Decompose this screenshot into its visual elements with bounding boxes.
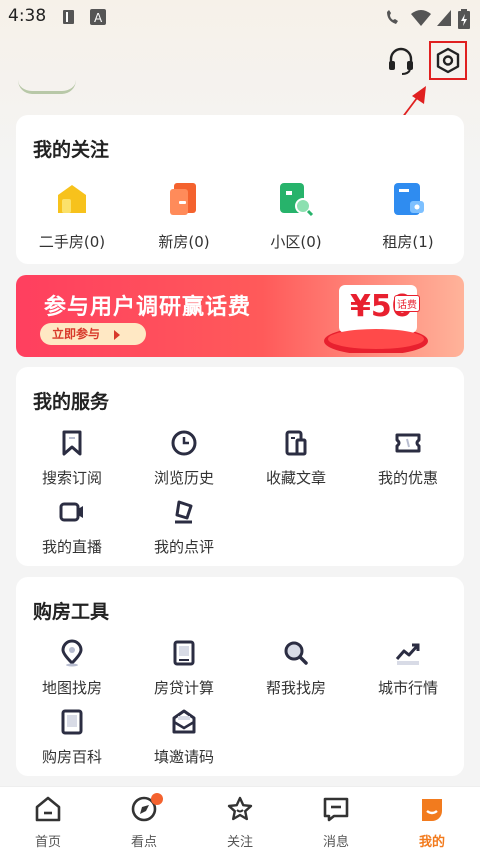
bottom-tab-bar: 首页 看点 关注 消息 我的 <box>0 786 480 852</box>
clock-icon <box>171 430 197 456</box>
coupon-tag: 话费 <box>394 295 420 312</box>
tab-follow[interactable]: 关注 <box>192 795 288 850</box>
tool-item[interactable]: 填邀请码 <box>128 708 240 767</box>
a-status-icon: A <box>90 9 106 25</box>
trend-icon <box>395 643 420 665</box>
notification-dot <box>151 793 163 805</box>
tool-label: 城市行情 <box>377 679 438 697</box>
wifi-call-icon <box>387 10 398 24</box>
settings-button[interactable] <box>429 41 467 80</box>
banner-title: 参与用户调研赢话费 <box>44 295 252 320</box>
search-icon <box>284 641 308 665</box>
tab-discover[interactable]: 看点 <box>96 793 192 850</box>
tool-item[interactable]: 城市行情 <box>352 639 464 698</box>
book-status-icon <box>63 10 74 24</box>
tool-item[interactable]: 地图找房 <box>16 639 128 698</box>
message-icon <box>323 797 349 822</box>
status-bar: 4:38 A <box>0 0 480 34</box>
service-item[interactable]: 我的点评 <box>128 498 240 557</box>
service-item[interactable]: 搜索订阅 <box>16 429 128 488</box>
tab-label: 首页 <box>34 835 61 850</box>
tools-card: 购房工具 地图找房 房贷计算 帮我找房 城市行情 购房百科 填邀请码 <box>16 577 464 776</box>
tab-label: 我的 <box>418 835 445 850</box>
calculator-icon <box>173 640 195 666</box>
headset-icon[interactable] <box>386 46 416 76</box>
status-time: 4:38 <box>8 6 47 26</box>
svg-text:A: A <box>94 11 103 25</box>
service-item[interactable]: 我的优惠 <box>352 429 464 488</box>
secondhand-house-icon <box>58 185 86 213</box>
tool-label: 房贷计算 <box>153 679 214 697</box>
envelope-icon <box>172 709 196 734</box>
tab-home[interactable]: 首页 <box>0 795 96 850</box>
map-pin-icon <box>61 639 83 667</box>
follow-title: 我的关注 <box>33 139 110 161</box>
tab-messages[interactable]: 消息 <box>288 795 384 850</box>
service-item[interactable]: 收藏文章 <box>240 429 352 488</box>
tab-label: 看点 <box>130 835 157 850</box>
home-icon <box>35 796 61 822</box>
banner-button-label: 立即参与 <box>52 327 101 341</box>
service-item[interactable]: 浏览历史 <box>128 429 240 488</box>
profile-icon <box>422 799 442 821</box>
service-label: 搜索订阅 <box>41 469 102 487</box>
follow-item-rent[interactable]: 租房(1) <box>352 179 464 252</box>
follow-label: 新房(0) <box>158 233 210 251</box>
new-house-icon <box>170 183 196 215</box>
community-icon <box>280 183 314 217</box>
tool-label: 地图找房 <box>41 679 102 697</box>
services-title: 我的服务 <box>33 391 110 413</box>
service-label: 浏览历史 <box>153 469 214 487</box>
settings-hexagon-icon <box>436 47 460 74</box>
service-label: 我的优惠 <box>377 469 438 487</box>
survey-banner[interactable]: 参与用户调研赢话费 立即参与 ¥50 话费 <box>16 275 464 357</box>
service-label: 我的直播 <box>41 538 102 556</box>
tool-label: 帮我找房 <box>265 679 326 697</box>
tool-item[interactable]: 房贷计算 <box>128 639 240 698</box>
tools-title: 购房工具 <box>33 601 110 623</box>
bookmark-icon <box>62 430 82 456</box>
rent-icon <box>394 183 424 215</box>
tool-label: 购房百科 <box>41 748 102 766</box>
tool-item[interactable]: 帮我找房 <box>240 639 352 698</box>
book-icon <box>61 709 83 735</box>
pen-icon <box>175 500 193 524</box>
follow-item-secondhand[interactable]: 二手房(0) <box>16 179 128 252</box>
wifi-icon <box>411 10 431 26</box>
services-card: 我的服务 搜索订阅 浏览历史 收藏文章 我的优惠 我的直播 我的点评 <box>16 367 464 566</box>
ticket-icon <box>395 433 421 453</box>
service-label: 我的点评 <box>153 538 214 556</box>
article-icon <box>285 430 307 456</box>
tab-profile[interactable]: 我的 <box>384 795 480 850</box>
service-item[interactable]: 我的直播 <box>16 498 128 557</box>
signal-icon <box>437 10 451 26</box>
follow-item-community[interactable]: 小区(0) <box>240 179 352 252</box>
tab-label: 关注 <box>226 835 253 850</box>
follow-label: 小区(0) <box>270 233 322 251</box>
service-label: 收藏文章 <box>265 469 326 487</box>
follow-label: 二手房(0) <box>38 233 106 251</box>
play-arrow-icon <box>114 329 121 340</box>
tab-label: 消息 <box>322 835 349 850</box>
video-icon <box>59 502 83 522</box>
follow-item-new[interactable]: 新房(0) <box>128 179 240 252</box>
banner-join-button[interactable]: 立即参与 <box>40 323 146 345</box>
follow-label: 租房(1) <box>382 233 434 251</box>
avatar-bottom[interactable] <box>18 80 76 94</box>
tool-item[interactable]: 购房百科 <box>16 708 128 767</box>
star-icon <box>227 796 253 821</box>
follow-card: 我的关注 二手房(0) 新房(0) 小区(0) 租房(1) <box>16 115 464 264</box>
battery-icon <box>458 9 470 29</box>
tool-label: 填邀请码 <box>153 748 214 766</box>
